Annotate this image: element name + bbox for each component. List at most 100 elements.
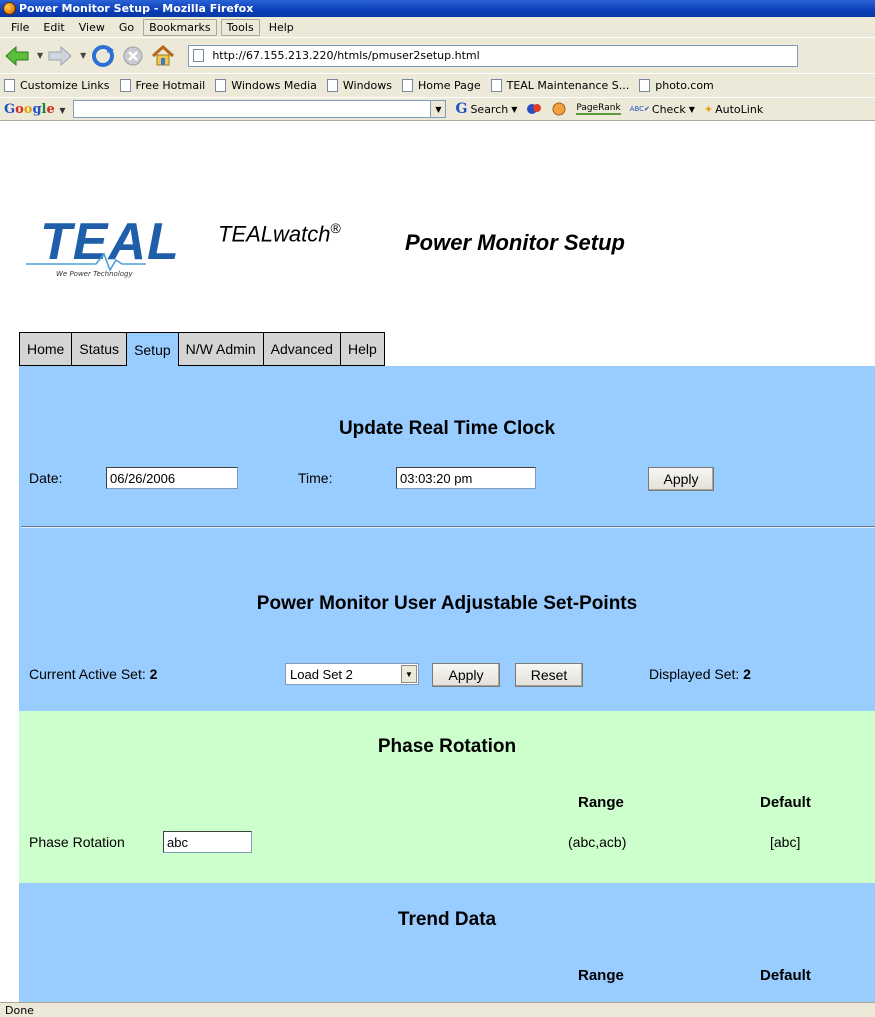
menu-bar: File Edit View Go Bookmarks Tools Help xyxy=(0,17,875,37)
bookmark-page-icon xyxy=(215,79,227,92)
google-pagerank-button[interactable]: PageRank xyxy=(576,103,621,115)
bookmark-page-icon xyxy=(119,79,131,92)
default-header: Default xyxy=(760,794,811,811)
google-spellcheck-button[interactable]: ABC✔ Check ▼ xyxy=(630,103,695,116)
google-toolbar: Google ▼ ▼ G Search ▼ PageRank ABC✔ Check ▼ … xyxy=(0,97,875,121)
autolink-label: AutoLink xyxy=(715,102,764,116)
clock-section-title: Update Real Time Clock xyxy=(338,418,556,439)
menu-tools[interactable]: Tools xyxy=(220,18,260,36)
bookmark-label: Free Hotmail xyxy=(135,79,206,92)
bookmark-page-icon xyxy=(490,79,502,92)
phase-rotation-section: Phase Rotation Range Default Phase Rotat… xyxy=(19,711,875,883)
bookmark-windows[interactable]: Windows xyxy=(326,79,392,92)
tab-advanced[interactable]: Advanced xyxy=(262,332,341,366)
bookmark-label: TEAL Maintenance S... xyxy=(506,79,630,92)
nav-tabs: Home Status Setup N/W Admin Advanced Hel… xyxy=(19,332,385,367)
date-label: Date: xyxy=(29,470,63,486)
bookmark-page-icon xyxy=(326,79,338,92)
google-logo[interactable]: Google ▼ xyxy=(4,102,65,117)
url-bar[interactable]: http://67.155.213.220/htmls/pmuser2setup… xyxy=(188,44,799,67)
menu-file[interactable]: File xyxy=(4,21,36,34)
bookmark-home-page[interactable]: Home Page xyxy=(401,79,481,92)
menu-edit[interactable]: Edit xyxy=(36,21,71,34)
forward-arrow-icon[interactable] xyxy=(47,45,73,67)
bookmark-label: Windows Media xyxy=(231,79,317,92)
trend-data-section: Trend Data Range Default xyxy=(19,883,875,1002)
reload-icon[interactable] xyxy=(90,44,116,68)
current-active-set-value: 2 xyxy=(149,666,158,682)
bookmark-label: Home Page xyxy=(417,79,481,92)
chevron-down-icon[interactable]: ▼ xyxy=(401,665,417,683)
tab-home[interactable]: Home xyxy=(19,332,73,366)
google-search-input[interactable] xyxy=(73,100,432,118)
phase-rotation-title: Phase Rotation xyxy=(377,736,517,757)
google-search-button[interactable]: G Search ▼ xyxy=(455,101,517,117)
bookmark-page-icon xyxy=(639,79,651,92)
time-input[interactable]: 03:03:20 pm xyxy=(396,467,536,489)
back-dropdown-icon[interactable]: ▼ xyxy=(37,51,43,60)
autolink-icon: ✦ xyxy=(703,102,714,116)
logo-tagline: We Power Technology xyxy=(56,270,133,278)
trend-range-header: Range xyxy=(578,967,624,984)
forward-dropdown-icon[interactable]: ▼ xyxy=(80,51,86,60)
bookmark-teal-maintenance[interactable]: TEAL Maintenance S... xyxy=(490,79,630,92)
logo-waveform-icon xyxy=(26,252,146,272)
menu-bookmarks[interactable]: Bookmarks xyxy=(143,18,217,36)
clock-apply-button[interactable]: Apply xyxy=(648,467,714,491)
phase-rotation-input[interactable]: abc xyxy=(163,831,252,853)
stop-icon[interactable] xyxy=(122,45,144,67)
tab-status[interactable]: Status xyxy=(71,332,128,366)
bookmark-windows-media[interactable]: Windows Media xyxy=(215,79,317,92)
load-set-selected: Load Set 2 xyxy=(290,666,353,682)
spellcheck-icon: ABC✔ xyxy=(629,105,650,113)
tab-nw-admin[interactable]: N/W Admin xyxy=(177,332,264,366)
section-divider xyxy=(21,526,875,528)
phase-rotation-default: [abc] xyxy=(770,834,801,850)
home-icon[interactable] xyxy=(150,44,176,68)
bookmark-customize-links[interactable]: Customize Links xyxy=(4,79,110,92)
google-news-icon[interactable] xyxy=(526,102,542,116)
bookmarks-toolbar: Customize Links Free Hotmail Windows Med… xyxy=(0,73,875,97)
phase-rotation-label: Phase Rotation xyxy=(29,834,125,850)
date-input[interactable]: 06/26/2006 xyxy=(106,467,238,489)
status-bar: Done xyxy=(0,1002,875,1017)
google-autolink-button[interactable]: ✦ AutoLink xyxy=(704,103,763,116)
setpoints-reset-button[interactable]: Reset xyxy=(515,663,583,687)
load-set-select[interactable]: Load Set 2 ▼ xyxy=(285,663,419,685)
clock-setpoints-section: Update Real Time Clock Date: 06/26/2006 … xyxy=(19,366,875,711)
time-label: Time: xyxy=(298,470,333,486)
setpoints-section-title: Power Monitor User Adjustable Set-Points xyxy=(256,593,638,614)
bookmark-page-icon xyxy=(4,79,15,92)
back-arrow-icon[interactable] xyxy=(4,45,30,67)
menu-go[interactable]: Go xyxy=(112,21,141,34)
phase-rotation-range: (abc,acb) xyxy=(568,834,627,850)
displayed-set: Displayed Set: 2 xyxy=(649,666,751,682)
product-name: TEALwatch® xyxy=(218,220,341,247)
tab-setup[interactable]: Setup xyxy=(126,332,179,367)
menu-view[interactable]: View xyxy=(72,21,112,34)
tab-help[interactable]: Help xyxy=(339,332,385,366)
bookmark-photo-com[interactable]: photo.com xyxy=(639,79,714,92)
check-label: Check xyxy=(651,102,686,116)
page-content: TEAL We Power Technology TEALwatch® Powe… xyxy=(0,122,875,1002)
page-title: Power Monitor Setup xyxy=(405,230,625,255)
setpoints-apply-button[interactable]: Apply xyxy=(432,663,500,687)
page-icon xyxy=(193,49,205,62)
pagerank-label: PageRank xyxy=(576,103,621,115)
displayed-set-label: Displayed Set: xyxy=(649,666,740,682)
status-text: Done xyxy=(5,1003,34,1017)
url-text: http://67.155.213.220/htmls/pmuser2setup… xyxy=(212,49,480,62)
window-titlebar: Power Monitor Setup - Mozilla Firefox xyxy=(0,0,875,17)
bookmark-label: Windows xyxy=(342,79,392,92)
bookmark-page-icon xyxy=(401,79,413,92)
current-active-set: Current Active Set: 2 xyxy=(29,666,157,682)
navigation-toolbar: ▼ ▼ http://67.155.213.220/htmls/pmuser2s… xyxy=(0,37,875,73)
menu-help[interactable]: Help xyxy=(262,21,301,34)
google-search-dropdown-icon[interactable]: ▼ xyxy=(430,100,447,118)
popup-blocker-icon[interactable] xyxy=(551,102,567,116)
registered-mark: ® xyxy=(330,220,341,236)
bookmark-free-hotmail[interactable]: Free Hotmail xyxy=(119,79,206,92)
trend-data-title: Trend Data xyxy=(397,909,497,930)
trend-default-header: Default xyxy=(760,967,811,984)
bookmark-label: Customize Links xyxy=(20,79,110,92)
